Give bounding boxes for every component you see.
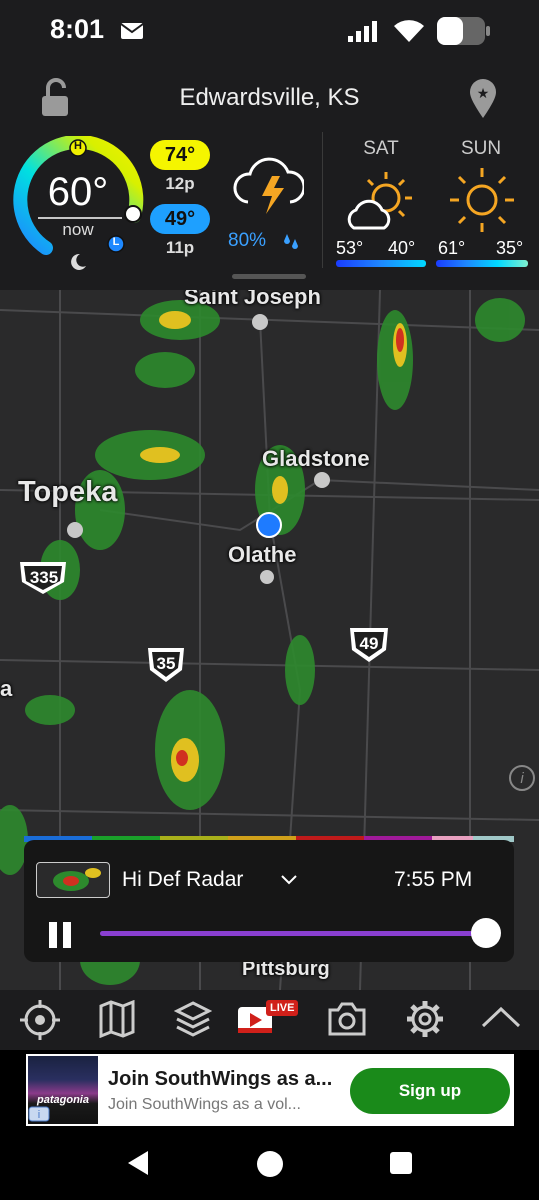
sunny-icon xyxy=(450,168,514,232)
timeline-thumb[interactable] xyxy=(471,918,501,948)
ad-cta-button[interactable]: Sign up xyxy=(350,1068,510,1114)
layers-icon[interactable] xyxy=(174,1000,212,1038)
layer-name[interactable]: Hi Def Radar xyxy=(122,868,243,892)
highway-49: 49 xyxy=(359,634,379,653)
signal-icon xyxy=(348,21,377,42)
gauge-current-marker xyxy=(124,205,142,223)
map-icon[interactable] xyxy=(98,1000,136,1038)
timeline-track[interactable] xyxy=(100,931,486,936)
svg-text:i: i xyxy=(38,1109,40,1121)
high-time: 12p xyxy=(165,174,195,193)
sun-low: 35° xyxy=(496,238,524,258)
camera-icon[interactable] xyxy=(326,1000,368,1038)
sat-low: 40° xyxy=(388,238,416,258)
location-title[interactable]: Edwardsville, KS xyxy=(0,84,539,112)
sat-temp-bar xyxy=(336,260,426,267)
location-pin-icon[interactable]: ★ xyxy=(468,78,498,120)
forecast-day-sun[interactable]: SUN xyxy=(436,138,526,160)
svg-text:★: ★ xyxy=(477,85,490,101)
high-temp-badge: 74° xyxy=(150,140,210,170)
ad-banner[interactable]: patagonia Join SouthWings as a... Join S… xyxy=(0,1050,539,1128)
radar-player: Hi Def Radar 7:55 PM xyxy=(24,840,514,962)
ad-info-icon[interactable]: i xyxy=(28,1106,50,1122)
city-topeka: Topeka xyxy=(18,476,118,508)
pause-icon[interactable] xyxy=(46,920,76,950)
bottom-toolbar: LIVE xyxy=(0,990,539,1050)
header-divider xyxy=(322,132,323,268)
ad-brand: patagonia xyxy=(37,1094,89,1106)
settings-icon[interactable] xyxy=(404,998,446,1040)
low-temp-badge: 49° xyxy=(150,204,210,234)
timeline-fill xyxy=(100,931,486,936)
partly-cloudy-icon xyxy=(347,172,412,230)
wifi-icon xyxy=(394,20,424,42)
radar-timestamp: 7:55 PM xyxy=(394,868,473,891)
ad-subtitle: Join SouthWings as a vol... xyxy=(108,1096,301,1113)
drag-handle[interactable] xyxy=(232,274,306,279)
current-label: now xyxy=(62,220,94,239)
city-saint-joseph: Saint Joseph xyxy=(184,290,321,309)
sun-high: 61° xyxy=(438,238,466,258)
sun-temp-bar xyxy=(436,260,528,267)
home-icon[interactable] xyxy=(256,1150,284,1178)
status-time: 8:01 xyxy=(50,14,105,44)
gauge-high-marker: H xyxy=(74,140,82,152)
chevron-down-icon[interactable] xyxy=(280,874,298,886)
system-nav-bar xyxy=(0,1128,539,1200)
ad-title: Join SouthWings as a... xyxy=(108,1068,333,1090)
thunderstorm-icon xyxy=(233,157,304,214)
highway-35: 35 xyxy=(156,654,176,673)
battery-icon xyxy=(437,17,490,45)
raindrops-icon xyxy=(284,234,298,249)
low-time: 11p xyxy=(165,238,195,257)
layer-thumbnail[interactable] xyxy=(36,862,110,898)
moon-icon xyxy=(71,253,86,270)
highway-335: 335 xyxy=(29,568,59,587)
status-bar: 8:01 xyxy=(0,0,539,62)
city-gladstone: Gladstone xyxy=(262,446,370,471)
my-location-dot xyxy=(256,512,282,538)
locate-icon[interactable] xyxy=(18,998,62,1042)
chevron-up-icon[interactable] xyxy=(480,1004,522,1032)
city-partial: a xyxy=(0,676,13,701)
forecast-day-sat[interactable]: SAT xyxy=(336,138,426,160)
info-icon[interactable]: i xyxy=(508,764,536,792)
back-icon[interactable] xyxy=(124,1148,152,1178)
sat-high: 53° xyxy=(336,238,364,258)
precip-chance: 80% xyxy=(228,230,267,251)
recents-icon[interactable] xyxy=(388,1150,414,1176)
city-olathe: Olathe xyxy=(228,542,297,567)
current-temp: 60° xyxy=(47,170,109,214)
live-badge: LIVE xyxy=(266,1000,299,1016)
svg-text:i: i xyxy=(520,770,524,787)
mail-icon xyxy=(120,23,144,39)
